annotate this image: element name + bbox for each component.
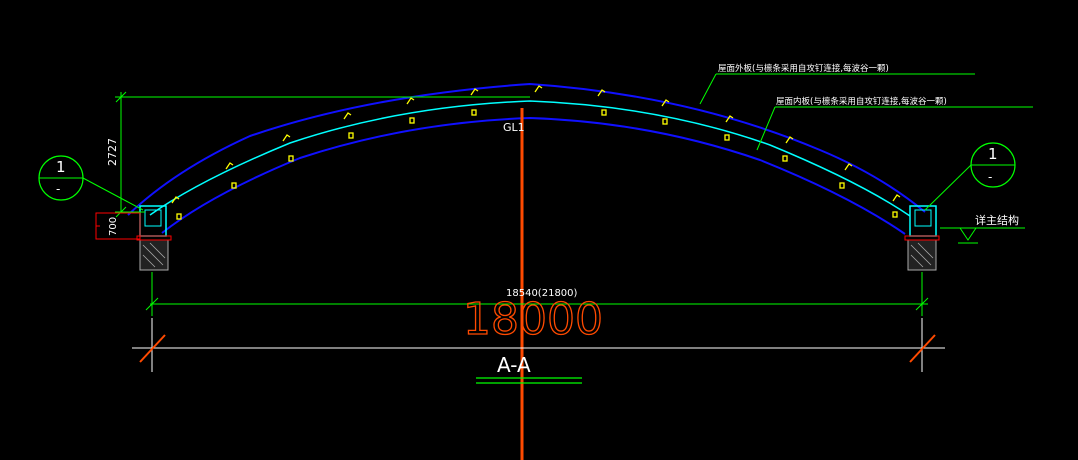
purlin-mark	[892, 194, 901, 202]
purlin-mark	[662, 118, 668, 125]
detail-left-number: 1	[56, 158, 66, 176]
detail-callout-left[interactable]: 1 -	[38, 155, 144, 211]
left-support	[136, 205, 172, 271]
section-title-underline	[476, 377, 582, 384]
purlin-mark	[782, 155, 788, 162]
main-structure-leader	[940, 227, 1025, 244]
purlin-mark	[288, 155, 294, 162]
purlin-mark	[282, 134, 291, 142]
detail-right-sub: -	[988, 170, 992, 184]
detail-left-sub: -	[56, 182, 60, 196]
purlin-mark	[839, 182, 845, 189]
purlin-mark	[176, 213, 182, 220]
purlin-mark	[724, 134, 730, 141]
section-drawing: GL1 2727 700 1 - 1 - 详主结构 屋面外板(与檩条采用自攻钉连…	[38, 63, 1033, 460]
purlin-mark	[471, 109, 477, 116]
height-dim-text: 2727	[106, 138, 119, 166]
section-title: A-A	[497, 353, 531, 377]
detail-callout-right[interactable]: 1 -	[924, 142, 1016, 211]
purlin-mark	[406, 97, 415, 105]
purlin-mark	[343, 112, 352, 120]
right-support	[904, 205, 940, 271]
purlin-mark	[892, 211, 898, 218]
main-structure-label: 详主结构	[975, 213, 1019, 227]
cad-drawing-canvas[interactable]: GL1 2727 700 1 - 1 - 详主结构 屋面外板(与檩条采用自攻钉连…	[0, 0, 1078, 460]
roof-inner-label: 屋面内板(与檩条采用自攻钉连接,每波谷一颗)	[776, 96, 947, 107]
purlin-mark	[844, 163, 853, 171]
span-big-text: 18000	[463, 294, 603, 345]
lower-chord-arc	[161, 116, 906, 235]
girder-label: GL1	[503, 121, 525, 134]
purlin-mark	[534, 85, 543, 93]
purlin-mark	[348, 132, 354, 139]
support-dim-text: 700	[108, 217, 119, 236]
purlin-mark	[601, 109, 607, 116]
detail-right-number: 1	[988, 145, 998, 163]
roof-outer-label: 屋面外板(与檩条采用自攻钉连接,每波谷一颗)	[718, 63, 889, 74]
purlin-mark	[409, 117, 415, 124]
